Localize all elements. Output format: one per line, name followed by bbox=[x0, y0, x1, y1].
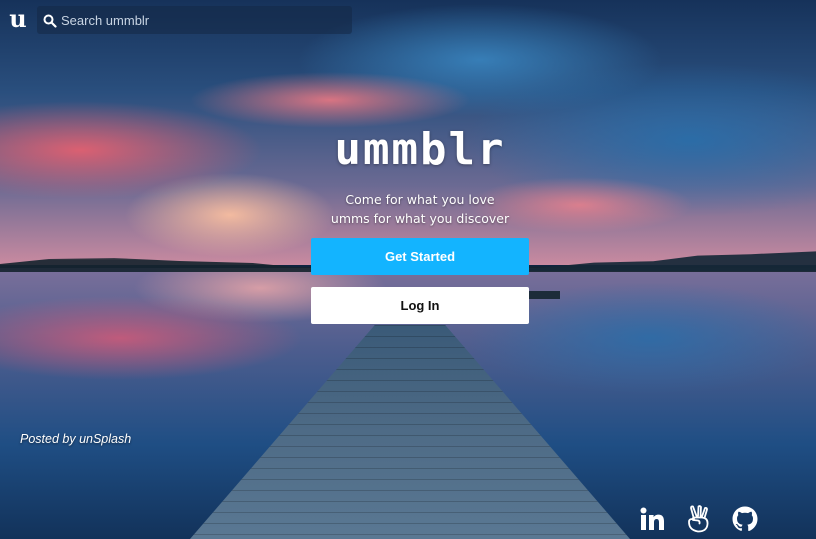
login-button[interactable]: Log In bbox=[311, 287, 529, 324]
photo-credit: Posted by unSplash bbox=[20, 432, 132, 446]
floating-dock bbox=[528, 291, 560, 299]
angellist-icon[interactable] bbox=[686, 505, 712, 533]
brand-title: ummblr bbox=[334, 124, 506, 175]
github-icon[interactable] bbox=[731, 505, 759, 533]
get-started-button[interactable]: Get Started bbox=[311, 238, 529, 275]
tagline-line-2: umms for what you discover bbox=[330, 211, 510, 226]
search-icon bbox=[43, 13, 57, 28]
search-input[interactable] bbox=[61, 6, 352, 34]
search-bar[interactable] bbox=[37, 6, 352, 34]
linkedin-icon[interactable] bbox=[638, 505, 666, 533]
tagline-line-1: Come for what you love bbox=[345, 192, 495, 207]
ummblr-logo[interactable]: u bbox=[6, 6, 30, 32]
